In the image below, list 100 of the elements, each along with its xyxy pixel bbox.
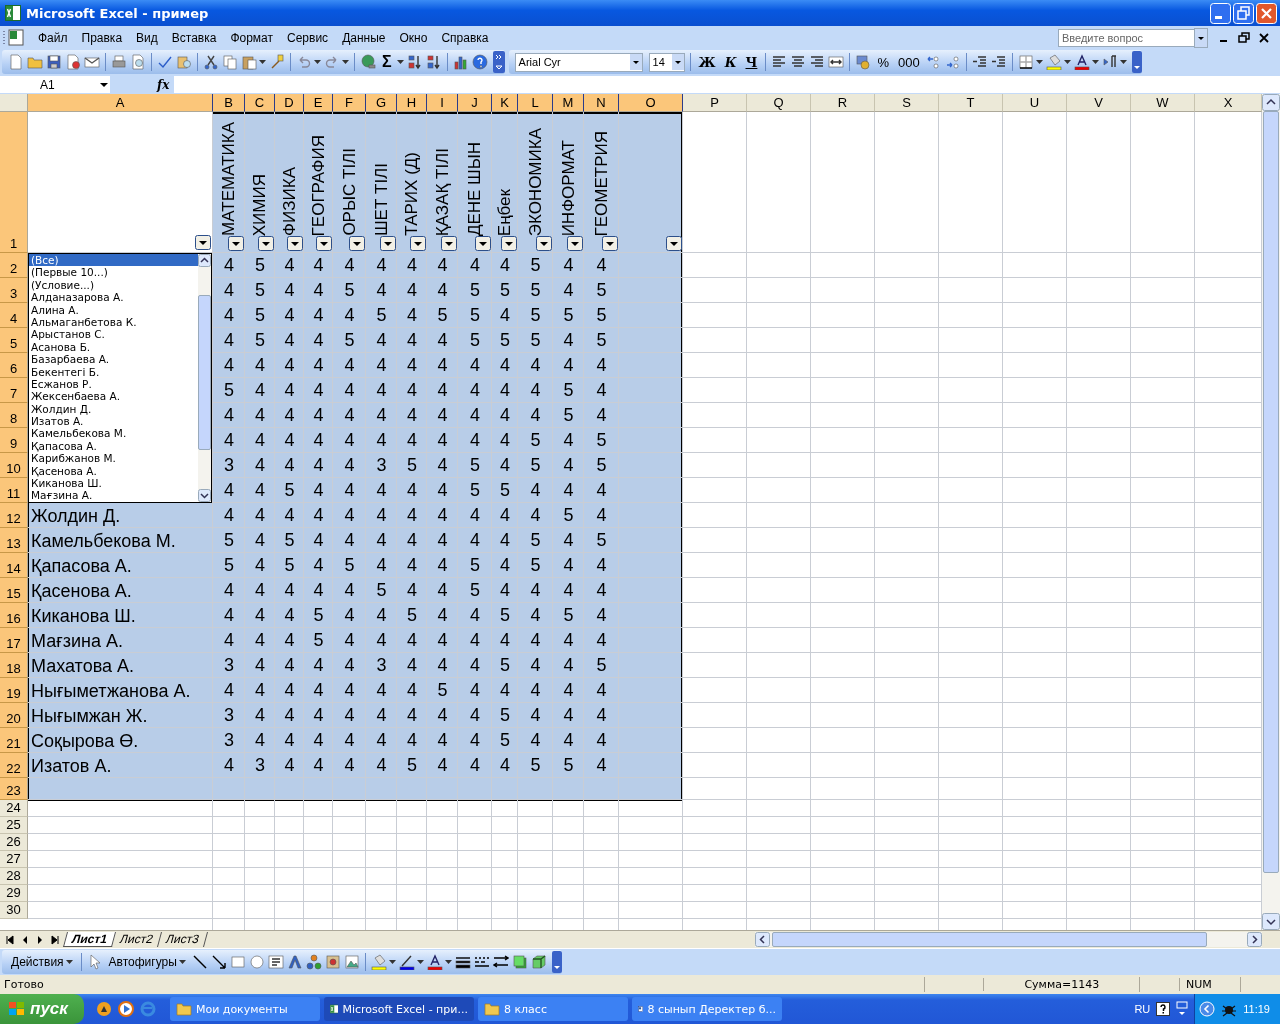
decrease-indent-icon[interactable] [971,54,988,70]
row-header[interactable]: 15 [0,578,28,603]
show-hidden-icons-button[interactable] [1199,1001,1216,1017]
currency-icon[interactable] [855,54,872,70]
row-header[interactable]: 29 [0,885,28,902]
scroll-thumb[interactable] [1263,111,1279,873]
filter-list-item[interactable]: (Первые 10...) [29,266,198,279]
decrease-decimal-icon[interactable] [944,54,961,70]
column-header[interactable]: J [458,94,492,112]
menu-item[interactable]: Формат [224,29,282,47]
scroll-up-button[interactable] [198,254,211,267]
font-color-icon[interactable] [426,954,443,970]
minimize-button[interactable] [1210,2,1231,24]
filter-list-item[interactable]: Изатов А. [29,415,198,428]
line-icon[interactable] [191,954,208,970]
list-scrollbar[interactable] [198,254,211,502]
row-header[interactable]: 27 [0,851,28,868]
filter-list-item[interactable]: Альмаганбетова К. [29,315,198,329]
filter-list-item[interactable]: Есжанов Р. [29,377,198,391]
vertical-scrollbar[interactable] [1262,94,1280,930]
taskbar-button[interactable]: 8 класс [477,997,628,1021]
workbook-icon[interactable] [2,28,26,48]
row-header[interactable]: 22 [0,753,28,778]
row-header[interactable]: 9 [0,428,28,453]
globe-link-icon[interactable] [360,54,376,70]
row-header[interactable]: 23 [0,778,28,800]
row-header[interactable]: 28 [0,868,28,885]
filter-list-item[interactable]: Камельбекова М. [29,427,198,440]
filter-list-item[interactable]: (Условие...) [29,278,198,292]
picture-icon[interactable] [343,954,360,970]
taskbar-button[interactable]: Microsoft Excel - при... [323,997,474,1021]
caret-icon[interactable] [314,60,321,64]
caret-icon[interactable] [629,54,642,70]
column-header[interactable]: R [811,94,875,112]
printer-icon[interactable] [111,54,127,70]
quick-launch-icon[interactable] [95,1001,112,1017]
filter-list-item[interactable]: Қапасова А. [29,439,198,453]
close-button[interactable] [1256,2,1277,24]
column-header[interactable]: A [28,94,213,112]
filter-list-item[interactable]: Карибжанов М. [29,452,198,465]
menu-item[interactable]: Данные [336,29,394,47]
autoshapes-menu-button[interactable]: Автофигуры [105,955,189,969]
row-header[interactable]: 4 [0,303,28,328]
align-left-icon[interactable] [771,54,788,70]
underline-button[interactable]: Ч [742,54,761,70]
menu-item[interactable]: Сервис [281,29,337,47]
insert-function-button[interactable]: fx [152,77,175,92]
formula-field[interactable] [174,76,1280,93]
text-box-icon[interactable] [267,954,284,970]
scroll-right-button[interactable] [1247,932,1262,947]
column-header[interactable]: D [275,94,304,112]
filter-dropdown-button[interactable] [258,236,274,251]
chart-icon[interactable] [452,54,469,70]
caret-icon[interactable] [671,54,684,70]
email-icon[interactable] [84,54,100,70]
caret-icon[interactable] [388,960,396,964]
row-header[interactable]: 17 [0,628,28,653]
column-header[interactable]: W [1131,94,1195,112]
filter-list-item[interactable]: Киканова Ш. [29,477,198,490]
name-box[interactable]: A1 [0,76,110,93]
fill-color-icon[interactable] [370,954,387,970]
menu-item[interactable]: Файл [32,29,76,47]
column-header[interactable]: V [1067,94,1131,112]
last-sheet-icon[interactable] [49,933,61,946]
help-icon[interactable] [1156,1002,1171,1016]
column-header[interactable]: T [939,94,1003,112]
filter-list-item[interactable]: Асанова Б. [29,340,198,354]
row-header[interactable]: 20 [0,703,28,728]
row-header[interactable]: 25 [0,817,28,834]
language-bar-icon[interactable] [1176,1001,1189,1017]
language-indicator[interactable]: RU [1134,1003,1151,1015]
toolbar-options-icon[interactable] [551,951,562,973]
filter-dropdown-button[interactable] [666,236,682,251]
filter-dropdown-button[interactable] [441,236,457,251]
3d-box-icon[interactable] [530,954,547,970]
menu-item[interactable]: Правка [75,29,131,47]
print-preview-icon[interactable] [130,54,146,70]
toolbar-options-icon[interactable] [1131,51,1142,73]
column-header[interactable]: S [875,94,939,112]
close-icon[interactable] [1258,32,1270,44]
diagram-icon[interactable] [305,954,322,970]
clip-art-icon[interactable] [324,954,341,970]
font-name-field[interactable]: Arial Cyr [514,52,643,72]
menu-item[interactable]: Вид [130,29,166,47]
filter-dropdown-button[interactable] [536,236,552,251]
caret-icon[interactable] [259,60,266,64]
menu-item[interactable]: Окно [393,29,436,47]
filter-list-item[interactable]: Жолдин Д. [29,402,198,416]
scroll-left-button[interactable] [755,932,770,947]
column-header[interactable]: M [553,94,584,112]
row-header[interactable]: 24 [0,800,28,817]
bold-button[interactable]: Ж [695,54,719,70]
dash-style-icon[interactable] [473,954,490,970]
caret-icon[interactable] [178,960,186,964]
row-header[interactable]: 26 [0,834,28,851]
new-document-icon[interactable] [8,54,24,70]
percent-button[interactable]: % [874,54,892,70]
spelling-check-icon[interactable] [157,54,173,70]
filter-dropdown-button[interactable] [195,235,211,250]
row-header[interactable]: 8 [0,403,28,428]
